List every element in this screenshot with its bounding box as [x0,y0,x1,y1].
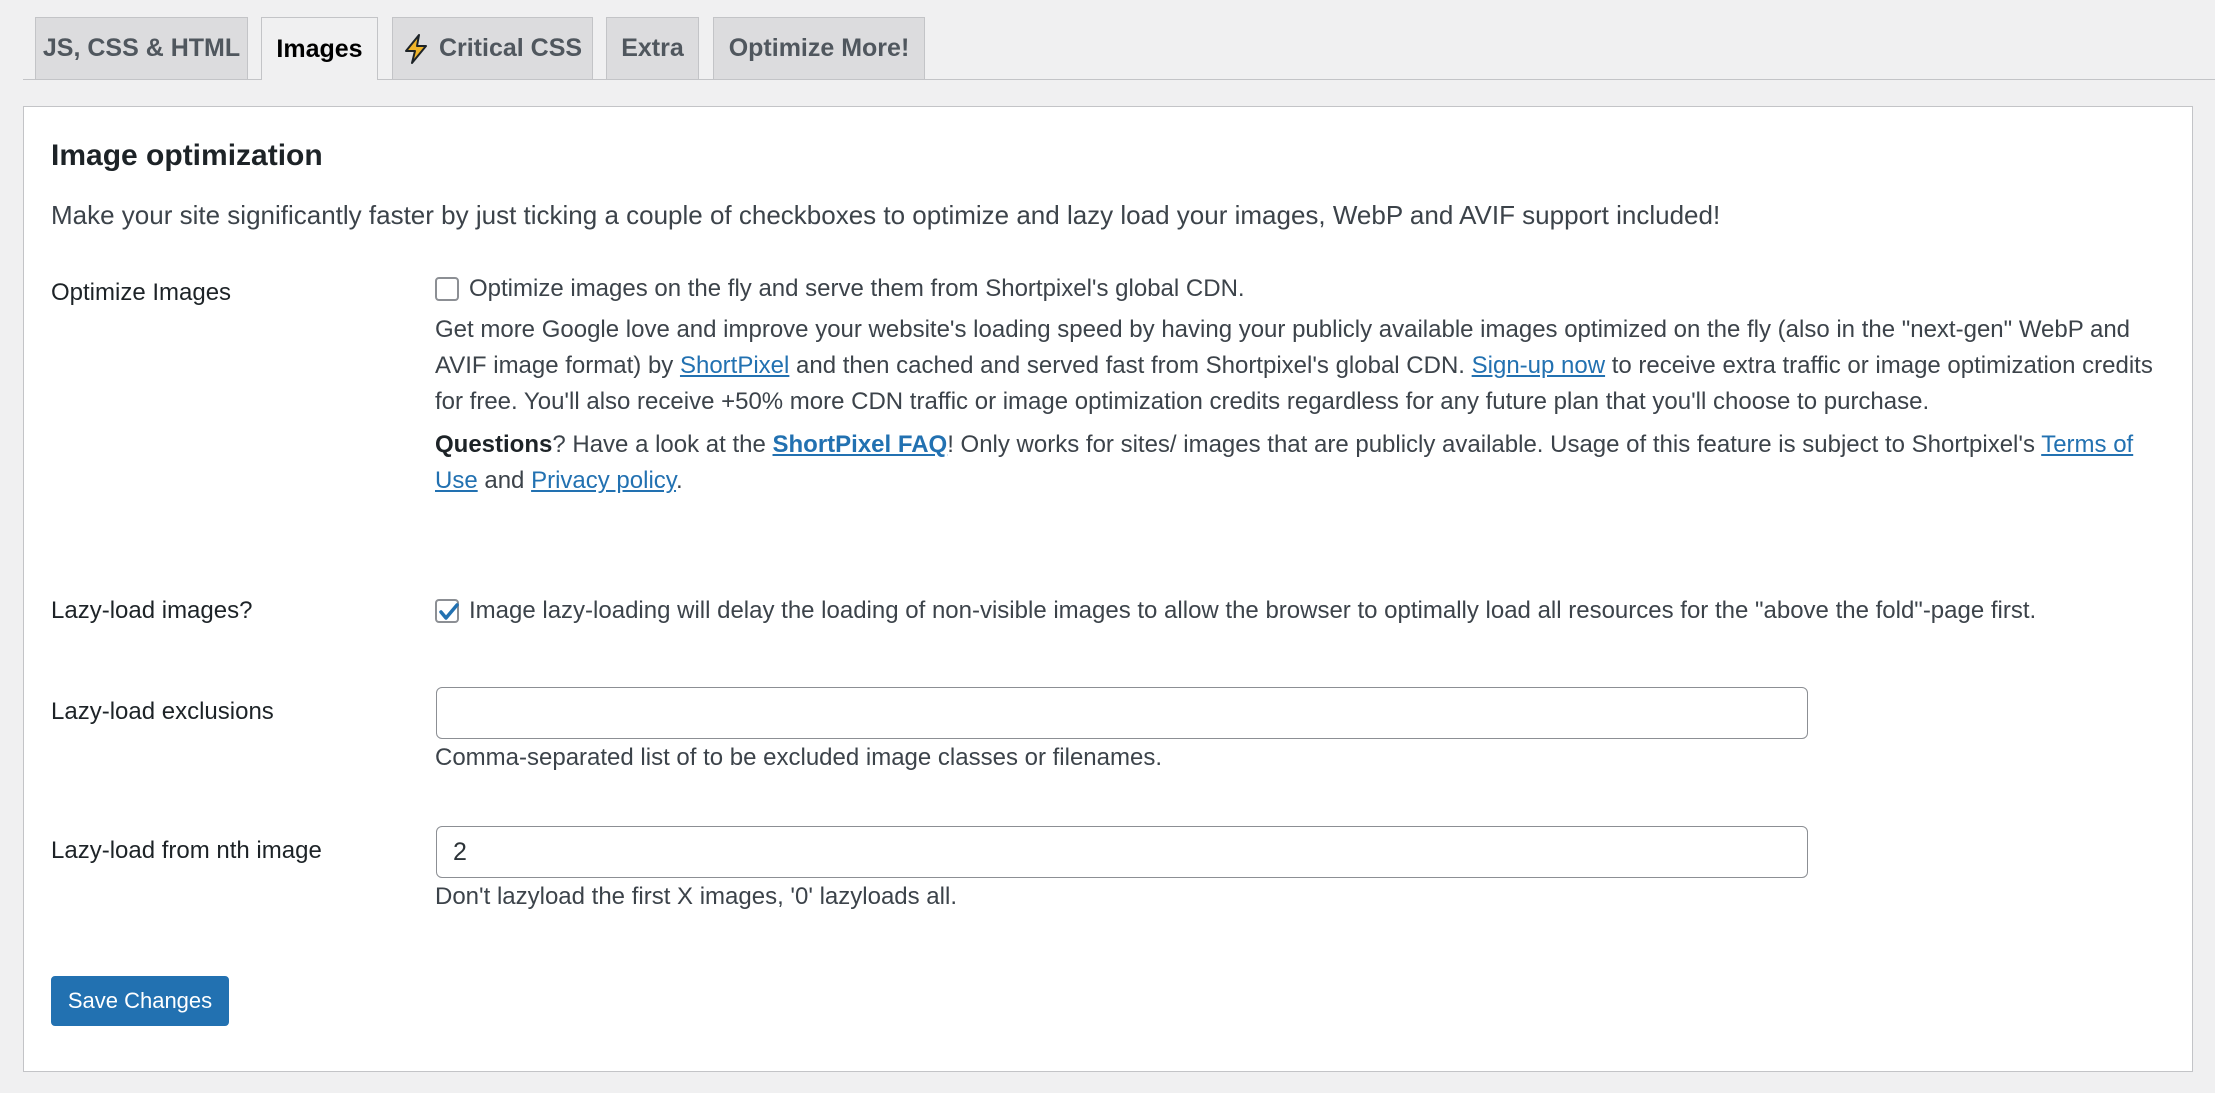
shortpixel-faq-link[interactable]: ShortPixel FAQ [773,431,948,458]
optimize-images-description: Get more Google love and improve your we… [435,312,2170,420]
lazy-nth-label: Lazy-load from nth image [51,837,322,864]
save-changes-button[interactable]: Save Changes [51,976,229,1026]
description-text: and [477,467,532,494]
optimize-images-checkbox-text: Optimize images on the fly and serve the… [469,275,1245,302]
settings-panel: Image optimization Make your site signif… [23,106,2193,1072]
privacy-policy-link[interactable]: Privacy policy [531,467,676,494]
lazy-exclusions-input[interactable] [436,687,1808,739]
section-title: Image optimization [51,139,323,172]
lazy-nth-description: Don't lazyload the first X images, '0' l… [435,883,957,910]
tab-images[interactable]: Images [261,17,378,80]
tab-optimize-more[interactable]: Optimize More! [713,17,925,79]
lazy-nth-input[interactable] [436,826,1808,878]
lazy-load-checkbox[interactable] [435,599,459,623]
lazy-load-field: Image lazy-loading will delay the loadin… [435,593,2170,629]
tab-label: Critical CSS [438,34,583,62]
shortpixel-link[interactable]: ShortPixel [680,352,789,379]
lazy-load-checkbox-text: Image lazy-loading will delay the loadin… [469,597,2037,624]
lazy-load-label: Lazy-load images? [51,597,253,624]
tab-label: Images [276,34,363,63]
optimize-images-field: Optimize images on the fly and serve the… [435,271,2170,499]
tab-extra[interactable]: Extra [606,17,699,79]
optimize-images-questions: Questions? Have a look at the ShortPixel… [435,427,2170,499]
optimize-images-checkbox[interactable] [435,277,459,301]
section-intro: Make your site significantly faster by j… [51,200,1721,230]
signup-link[interactable]: Sign-up now [1472,352,1605,379]
lazy-exclusions-label: Lazy-load exclusions [51,698,274,725]
description-text: ! Only works for sites/ images that are … [947,431,2042,458]
lightning-bolt-icon [403,33,429,64]
description-text: and then cached and served fast from Sho… [789,352,1472,379]
tab-label: Extra [621,34,684,62]
description-text: ? Have a look at the [552,431,773,458]
questions-label: Questions [435,431,553,458]
tab-label: Optimize More! [728,34,910,62]
tab-critical-css[interactable]: Critical CSS [392,17,593,79]
optimize-images-label: Optimize Images [51,279,232,306]
lazy-exclusions-description: Comma-separated list of to be excluded i… [435,744,1163,771]
tab-label: JS, CSS & HTML [42,34,241,62]
description-text: . [676,467,683,494]
tab-js-css-html[interactable]: JS, CSS & HTML [35,17,248,79]
checkmark-icon [439,603,459,620]
